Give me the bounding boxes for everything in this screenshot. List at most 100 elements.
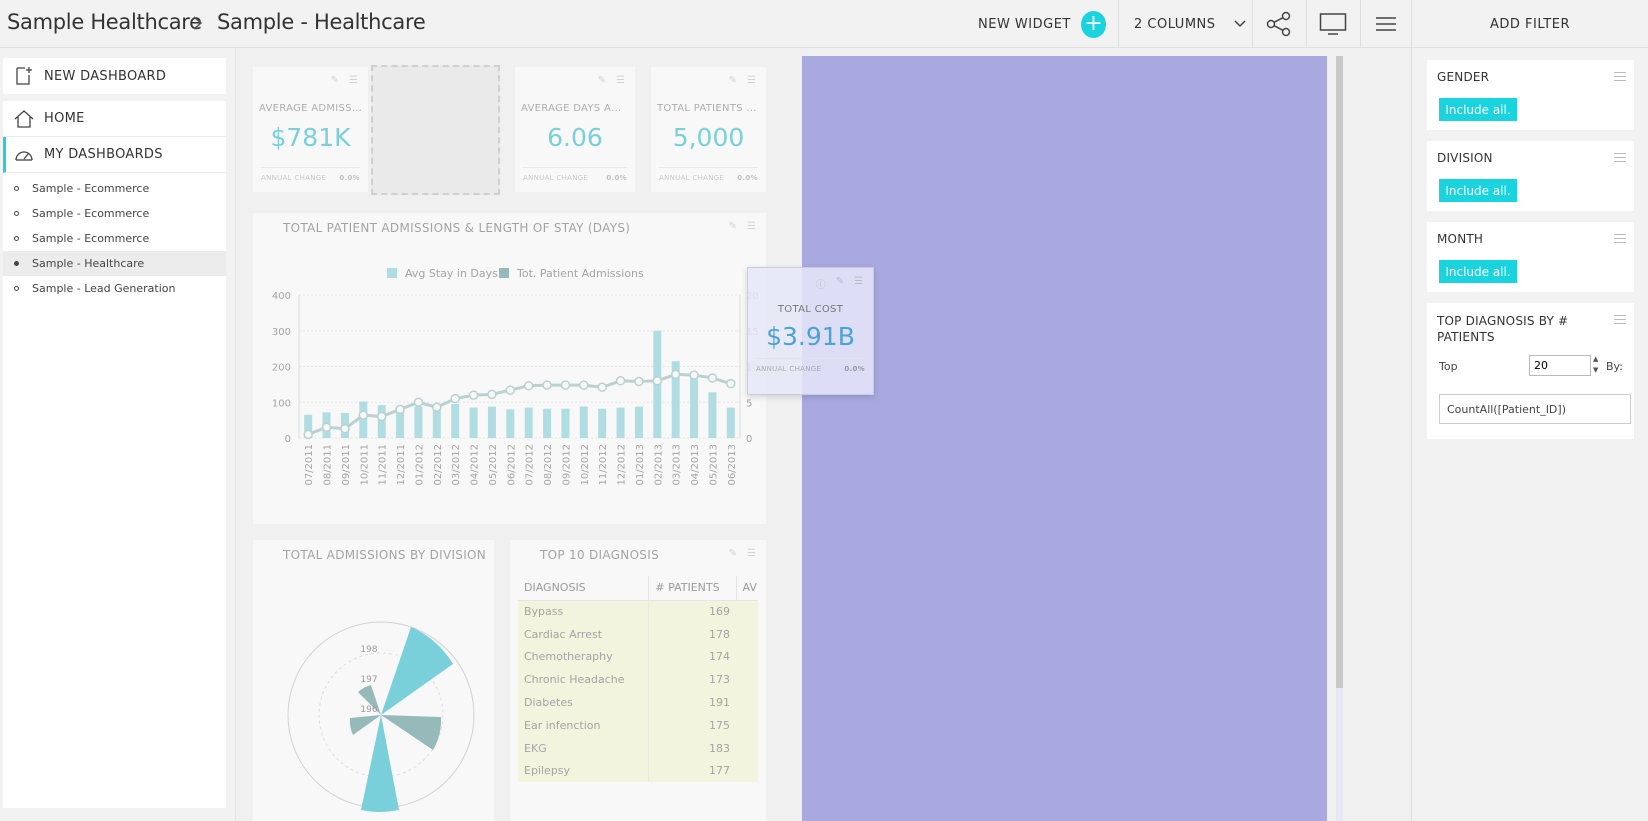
new-dashboard-button[interactable]: NEW DASHBOARD [3,58,226,94]
dragged-kpi-widget-total-cost[interactable]: ⓘ ✎ ☰ TOTAL COST $3.91B ANNUAL CHANGE 0.0% [747,267,874,395]
add-filter-button[interactable]: ADD FILTER [1411,0,1648,48]
nav-my-dashboards-label: MY DASHBOARDS [44,147,163,162]
filter-title: MONTH [1437,232,1484,246]
bar [561,408,570,438]
kpi-footer-label: ANNUAL CHANGE [659,174,725,182]
admissions-chart-widget[interactable]: TOTAL PATIENT ADMISSIONS & LENGTH OF STA… [253,213,766,524]
column-header[interactable]: DIAGNOSIS [518,576,649,601]
y-left-tick-label: 400 [272,291,291,302]
top-count-input[interactable] [1529,355,1591,376]
include-all-button[interactable]: Include all. [1439,179,1517,202]
table-row[interactable]: Cardiac Arrest 178 [518,622,758,646]
widget-tools: ⓘ ✎ ☰ [816,276,863,291]
y-right-tick-label: 5 [746,398,752,409]
kpi-widget-total-patients-admitted[interactable]: ✎☰ TOTAL PATIENTS ADMITTED 5,000 ANNUAL … [651,67,766,192]
info-icon[interactable]: ⓘ [816,276,826,291]
y-left-tick-label: 300 [272,327,291,338]
column-header[interactable]: # PATIENTS [648,576,736,601]
line-point [505,385,516,395]
chevron-right-icon [193,16,203,30]
left-sidebar: NEW DASHBOARD HOME MY DASHBOARDS Sample … [0,48,236,821]
widget-menu-icon[interactable]: ☰ [747,548,756,559]
table-row[interactable]: Bypass 169 [518,600,758,623]
dashboard-item-selected[interactable]: Sample - Healthcare [3,251,226,276]
widget-menu-icon[interactable]: ☰ [747,75,756,86]
filter-title: DIVISION [1437,151,1493,165]
nav-home-label: HOME [44,111,85,126]
patients-cell: 173 [648,668,736,692]
bar [634,406,643,438]
edit-icon[interactable]: ✎ [729,548,737,559]
widget-tools: ✎ ☰ [598,75,625,86]
new-widget-button[interactable]: NEW WIDGET + [978,0,1106,48]
x-tick-label: 09/2011 [341,444,352,486]
bullet-icon [14,236,19,241]
table-row[interactable]: EKG 183 [518,736,758,760]
filter-menu-icon[interactable] [1614,234,1626,246]
include-all-button[interactable]: Include all. [1439,260,1517,283]
table-row[interactable]: Ear infenction 175 [518,713,758,737]
widget-menu-icon[interactable]: ☰ [349,75,358,86]
bar [543,408,552,438]
dashboard-item[interactable]: Sample - Lead Generation [3,276,226,301]
bar [524,407,533,438]
dashboard-item[interactable]: Sample - Ecommerce [3,226,226,251]
x-tick-label: 12/2011 [396,444,407,486]
dashboard-item[interactable]: Sample - Ecommerce [3,201,226,226]
table-row[interactable]: Chronic Headache 173 [518,668,758,692]
top-diagnosis-widget[interactable]: TOP 10 DIAGNOSIS ✎ ☰ DIAGNOSIS # PATIENTS… [510,540,766,821]
include-all-button[interactable]: Include all. [1439,98,1517,121]
filter-menu-icon[interactable] [1614,72,1626,84]
kpi-widget-average-days-admitted[interactable]: ✎☰ AVERAGE DAYS ADMITTED 6.06 ANNUAL CHA… [515,67,635,192]
stepper-arrows-icon[interactable]: ▲ ▼ [1593,354,1598,376]
menu-button[interactable] [1361,0,1411,48]
widget-menu-icon[interactable]: ☰ [854,276,863,291]
edit-icon[interactable]: ✎ [836,276,844,291]
table-row[interactable]: Epilepsy 177 [518,759,758,783]
nav-home[interactable]: HOME [3,101,226,137]
series-line [307,372,732,436]
edit-icon[interactable]: ✎ [331,75,339,86]
widget-title: TOP 10 DIAGNOSIS [540,548,659,562]
columns-dropdown[interactable]: 2 COLUMNS [1120,0,1250,48]
widget-menu-icon[interactable]: ☰ [616,75,625,86]
widget-tools: ✎ ☰ [331,75,358,86]
line-point [670,369,681,380]
table-row[interactable]: Chemotheraphy 174 [518,645,758,669]
kpi-value: 5,000 [672,123,745,152]
polar-chart: 198 197 196 [287,621,475,812]
x-tick-label: 04/2012 [470,444,481,486]
bar [414,406,423,438]
share-button[interactable] [1253,0,1305,48]
dashboard-item[interactable]: Sample - Ecommerce [3,176,226,201]
display-button[interactable] [1307,0,1359,48]
av-cell [736,622,758,646]
top-bar: Sample Healthcare Sample - Healthcare NE… [0,0,1648,48]
edit-icon[interactable]: ✎ [598,75,606,86]
kpi-widget-average-admission-cost[interactable]: ✎☰ AVERAGE ADMISSION COST $781K ANNUAL C… [253,67,368,192]
x-tick-label: 05/2012 [488,444,499,486]
filter-menu-icon[interactable] [1614,315,1626,327]
x-tick-label: 01/2013 [635,444,646,486]
patients-cell: 183 [648,736,736,760]
table-row[interactable]: Diabetes 191 [518,691,758,714]
diagnosis-cell: EKG [518,736,649,760]
legend-label: Avg Stay in Days [405,267,498,280]
edit-icon[interactable]: ✎ [729,75,737,86]
breadcrumb-root[interactable]: Sample Healthcare [7,10,202,34]
column-header[interactable]: AV [735,576,758,601]
bar [708,392,717,438]
filter-menu-icon[interactable] [1614,153,1626,165]
dashboard-canvas: ✎☰ AVERAGE ADMISSION COST $781K ANNUAL C… [236,48,1411,821]
polar-slice [349,715,381,735]
x-tick-label: 07/2012 [525,444,536,486]
new-dashboard-label: NEW DASHBOARD [44,68,167,84]
bullet-icon [14,286,19,291]
nav-my-dashboards[interactable]: MY DASHBOARDS [3,137,226,173]
scrollbar-thumb[interactable] [1336,56,1343,688]
division-widget[interactable]: TOTAL ADMISSIONS BY DIVISION 198 197 196 [253,540,494,821]
formula-field[interactable]: CountAll([Patient_ID]) [1439,394,1631,424]
dashboard-list: Sample - Ecommerce Sample - Ecommerce Sa… [3,173,226,301]
polar-slice [381,715,442,750]
line-point [597,382,607,392]
